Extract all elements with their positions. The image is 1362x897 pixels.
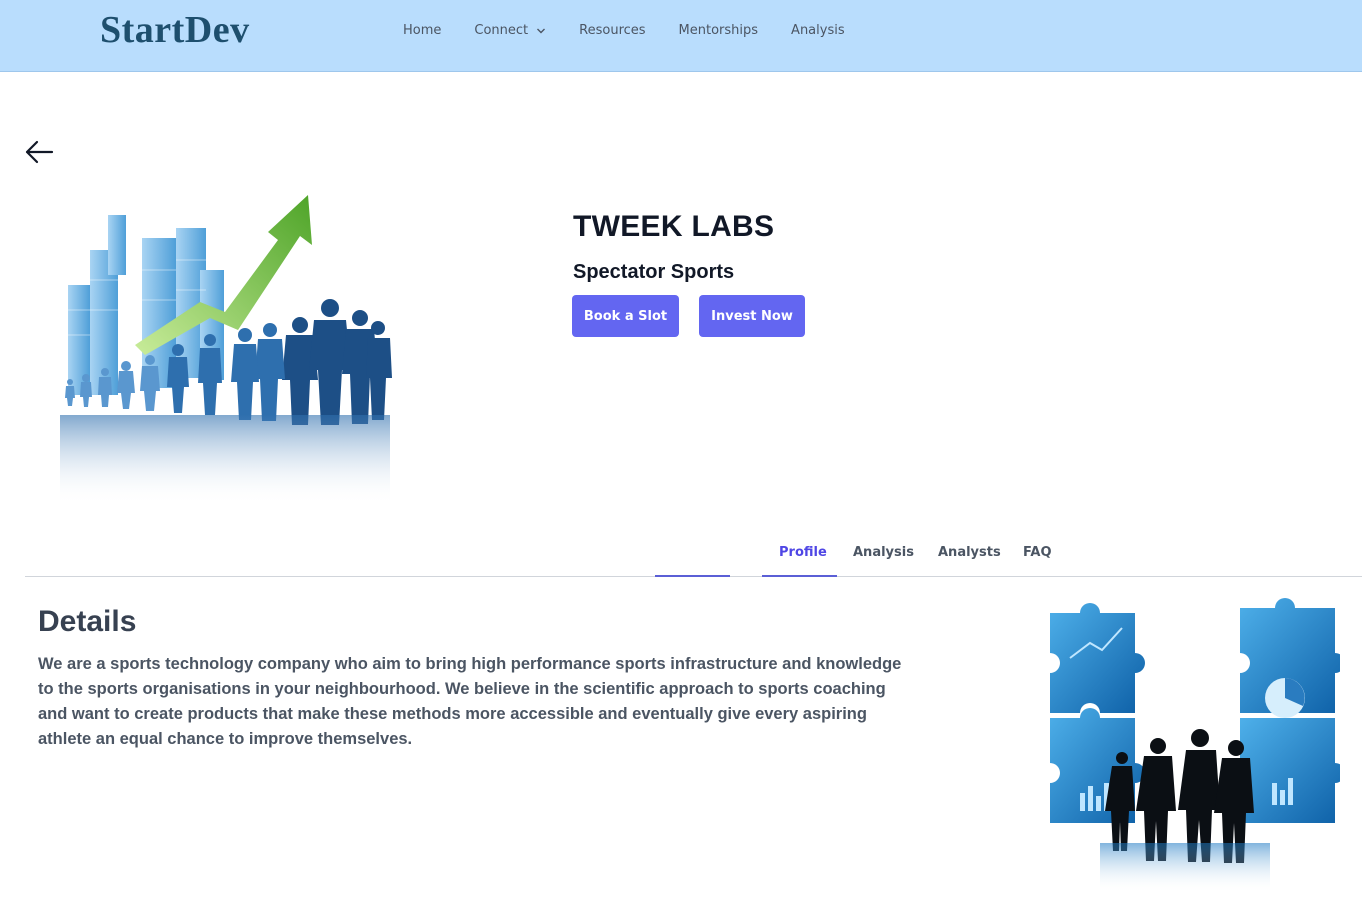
brand-logo[interactable]: StartDev — [100, 8, 250, 52]
tab-profile[interactable]: Profile — [779, 545, 827, 560]
nav-links: Home Connect Resources Mentorships Analy… — [403, 23, 878, 38]
tab-analysts[interactable]: Analysts — [938, 545, 1001, 560]
nav-analysis-label: Analysis — [791, 23, 845, 38]
company-category: Spectator Sports — [573, 261, 735, 283]
tab-indicator-active — [762, 575, 837, 577]
invest-now-button[interactable]: Invest Now — [699, 295, 805, 337]
company-name: TWEEK LABS — [573, 210, 775, 243]
details-heading: Details — [38, 605, 137, 638]
nav-resources-label: Resources — [579, 23, 646, 38]
nav-mentorships-link[interactable]: Mentorships — [679, 23, 759, 38]
nav-home-label: Home — [403, 23, 442, 38]
nav-home-link[interactable]: Home — [403, 23, 441, 38]
chevron-down-icon — [537, 28, 546, 33]
nav-mentorships-label: Mentorships — [678, 23, 759, 38]
nav-resources-link[interactable]: Resources — [579, 23, 645, 38]
back-arrow-icon[interactable] — [24, 138, 54, 166]
details-description: We are a sports technology company who a… — [38, 655, 902, 748]
tab-faq[interactable]: FAQ — [1023, 545, 1052, 560]
nav-connect-dropdown[interactable]: Connect — [474, 23, 546, 38]
book-slot-button[interactable]: Book a Slot — [572, 295, 679, 337]
nav-analysis-link[interactable]: Analysis — [791, 23, 845, 38]
puzzle-team-illustration — [1050, 598, 1340, 893]
nav-connect-label: Connect — [474, 23, 529, 38]
top-navbar: StartDev Home Connect Resources Mentorsh… — [0, 0, 1362, 72]
tab-analysis[interactable]: Analysis — [853, 545, 914, 560]
tab-indicator-left — [655, 575, 730, 577]
business-growth-illustration — [60, 195, 392, 505]
